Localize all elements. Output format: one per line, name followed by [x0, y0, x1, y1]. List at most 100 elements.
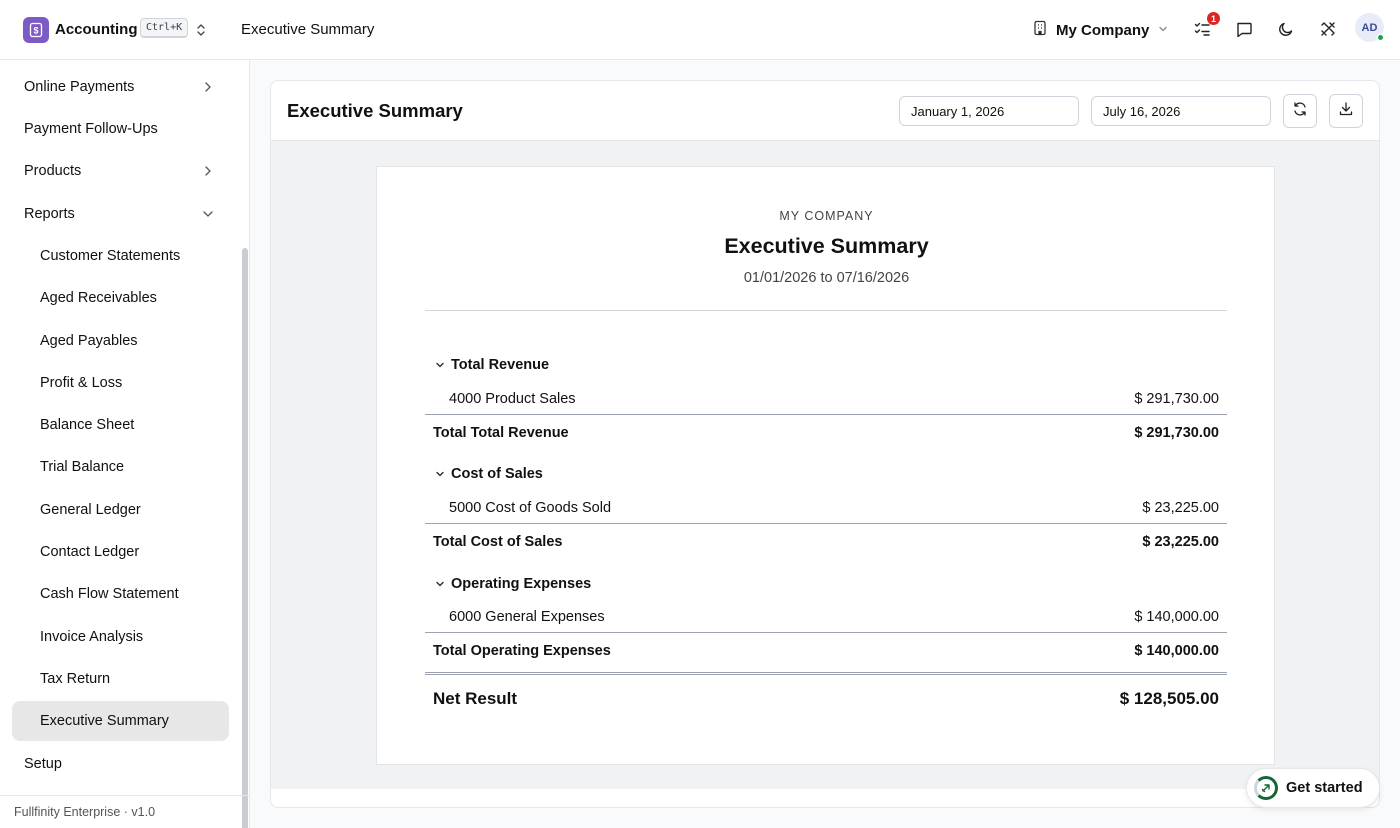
- sidebar-item-label: Cash Flow Statement: [40, 586, 179, 602]
- account-value: $ 23,225.00: [1142, 500, 1219, 516]
- get-started-label: Get started: [1286, 780, 1363, 796]
- report-divider: [425, 310, 1227, 311]
- sidebar-item-label: Online Payments: [24, 79, 135, 95]
- svg-text:$: $: [33, 26, 38, 36]
- get-started-button[interactable]: Get started: [1246, 768, 1380, 808]
- sidebar-item-label: Customer Statements: [40, 248, 181, 264]
- page-title: Executive Summary: [287, 100, 463, 121]
- report-card: Executive Summary MY COMPANY Executive S…: [270, 80, 1380, 808]
- sidebar-item-profit-loss[interactable]: Profit & Loss: [12, 363, 229, 403]
- sidebar-item-reports[interactable]: Reports: [12, 194, 229, 234]
- report-title: Executive Summary: [724, 234, 929, 258]
- rocket-icon: [1254, 776, 1278, 800]
- net-result-label: Net Result: [433, 688, 518, 708]
- section-heading: Operating Expenses: [451, 576, 592, 592]
- start-date-field[interactable]: [899, 96, 1079, 126]
- account-row: 4000 Product Sales $ 291,730.00: [425, 384, 1227, 414]
- account-value: $ 140,000.00: [1134, 609, 1219, 625]
- online-status-dot: [1377, 34, 1384, 41]
- total-label: Total Operating Expenses: [433, 642, 611, 659]
- sidebar-item-balance-sheet[interactable]: Balance Sheet: [12, 405, 229, 445]
- account-row: 5000 Cost of Goods Sold $ 23,225.00: [425, 493, 1227, 523]
- section-header-operating-expenses[interactable]: Operating Expenses: [425, 573, 1227, 595]
- total-row: Total Cost of Sales $ 23,225.00: [425, 523, 1227, 559]
- sidebar-item-customer-statements[interactable]: Customer Statements: [12, 236, 229, 276]
- account-row: 6000 General Expenses $ 140,000.00: [425, 602, 1227, 632]
- chevron-right-icon: [201, 164, 215, 178]
- refresh-button[interactable]: [1283, 94, 1317, 128]
- sidebar-item-products[interactable]: Products: [12, 151, 229, 191]
- section-header-cost-of-sales[interactable]: Cost of Sales: [425, 463, 1227, 485]
- total-row: Total Total Revenue $ 291,730.00: [425, 414, 1227, 450]
- sidebar-item-label: Contact Ledger: [40, 544, 140, 560]
- net-result-value: $ 128,505.00: [1119, 688, 1219, 708]
- main-content: Executive Summary MY COMPANY Executive S…: [250, 60, 1400, 828]
- sidebar-item-label: Setup: [24, 756, 62, 772]
- sidebar-item-trial-balance[interactable]: Trial Balance: [12, 447, 229, 487]
- building-icon: [1032, 20, 1048, 40]
- account-value: $ 291,730.00: [1134, 391, 1219, 407]
- sidebar-item-tax-return[interactable]: Tax Return: [12, 659, 229, 699]
- sidebar-footer: Fullfinity Enterprise · v1.0: [0, 795, 249, 828]
- total-value: $ 140,000.00: [1134, 642, 1219, 659]
- sidebar-item-label: Trial Balance: [40, 459, 125, 475]
- company-name: My Company: [1056, 21, 1150, 39]
- section-header-total-revenue[interactable]: Total Revenue: [425, 354, 1227, 376]
- sidebar-item-online-payments[interactable]: Online Payments: [12, 67, 229, 107]
- report-period: 01/01/2026 to 07/16/2026: [743, 270, 910, 286]
- download-button[interactable]: [1329, 94, 1363, 128]
- company-selector[interactable]: My Company: [1032, 19, 1169, 41]
- sidebar-item-setup[interactable]: Setup: [12, 744, 229, 784]
- app-name[interactable]: Accounting: [55, 21, 138, 38]
- report-page: MY COMPANY Executive Summary 01/01/2026 …: [376, 166, 1275, 765]
- sidebar-item-aged-payables[interactable]: Aged Payables: [12, 321, 229, 361]
- top-bar: $ Accounting Ctrl+K Executive Summary My…: [0, 0, 1400, 60]
- command-shortcut[interactable]: Ctrl+K: [140, 18, 189, 38]
- sidebar-item-aged-receivables[interactable]: Aged Receivables: [12, 278, 229, 318]
- sidebar: Online Payments Payment Follow-Ups Produ…: [0, 60, 250, 828]
- report-toolbar: Executive Summary: [271, 81, 1379, 141]
- total-value: $ 23,225.00: [1142, 533, 1219, 550]
- sidebar-item-executive-summary[interactable]: Executive Summary: [12, 701, 229, 741]
- chevron-down-icon: [201, 207, 215, 221]
- net-result-row: Net Result $ 128,505.00: [425, 672, 1227, 722]
- chevron-right-icon: [201, 80, 215, 94]
- refresh-icon: [1292, 101, 1308, 122]
- sidebar-item-label: Tax Return: [40, 671, 111, 687]
- report-company: MY COMPANY: [779, 209, 874, 223]
- chat-icon[interactable]: [1233, 18, 1255, 40]
- app-switcher-icon[interactable]: [194, 22, 208, 38]
- sidebar-item-label: Executive Summary: [40, 713, 169, 729]
- chevron-down-icon: [436, 362, 444, 368]
- sidebar-item-general-ledger[interactable]: General Ledger: [12, 490, 229, 530]
- sidebar-item-payment-follow-ups[interactable]: Payment Follow-Ups: [12, 109, 229, 149]
- sidebar-scrollbar[interactable]: [242, 248, 248, 828]
- total-label: Total Cost of Sales: [433, 533, 563, 550]
- total-label: Total Total Revenue: [433, 424, 569, 441]
- sidebar-item-label: General Ledger: [40, 502, 141, 518]
- account-name: 5000 Cost of Goods Sold: [449, 500, 612, 516]
- total-row: Total Operating Expenses $ 140,000.00: [425, 632, 1227, 668]
- total-value: $ 291,730.00: [1134, 424, 1219, 441]
- chevron-down-icon: [436, 471, 444, 477]
- end-date-field[interactable]: [1091, 96, 1271, 126]
- chevron-down-icon: [1157, 22, 1169, 39]
- report-preview-area: MY COMPANY Executive Summary 01/01/2026 …: [271, 141, 1379, 789]
- sidebar-item-label: Profit & Loss: [40, 375, 123, 391]
- section-heading: Total Revenue: [451, 357, 550, 373]
- sidebar-item-label: Products: [24, 163, 82, 179]
- accounting-logo-icon[interactable]: $: [23, 17, 49, 43]
- sidebar-item-label: Invoice Analysis: [40, 629, 144, 645]
- sidebar-item-label: Aged Payables: [40, 333, 138, 349]
- sidebar-item-label: Balance Sheet: [40, 417, 135, 433]
- sidebar-item-invoice-analysis[interactable]: Invoice Analysis: [12, 617, 229, 657]
- sidebar-item-cash-flow-statement[interactable]: Cash Flow Statement: [12, 574, 229, 614]
- account-name: 6000 General Expenses: [449, 609, 605, 625]
- download-icon: [1338, 101, 1354, 122]
- sidebar-item-contact-ledger[interactable]: Contact Ledger: [12, 532, 229, 572]
- moon-icon[interactable]: [1275, 18, 1297, 40]
- breadcrumb: Executive Summary: [241, 21, 375, 38]
- tools-icon[interactable]: [1317, 18, 1339, 40]
- notification-badge: 1: [1207, 12, 1220, 25]
- account-name: 4000 Product Sales: [449, 391, 576, 407]
